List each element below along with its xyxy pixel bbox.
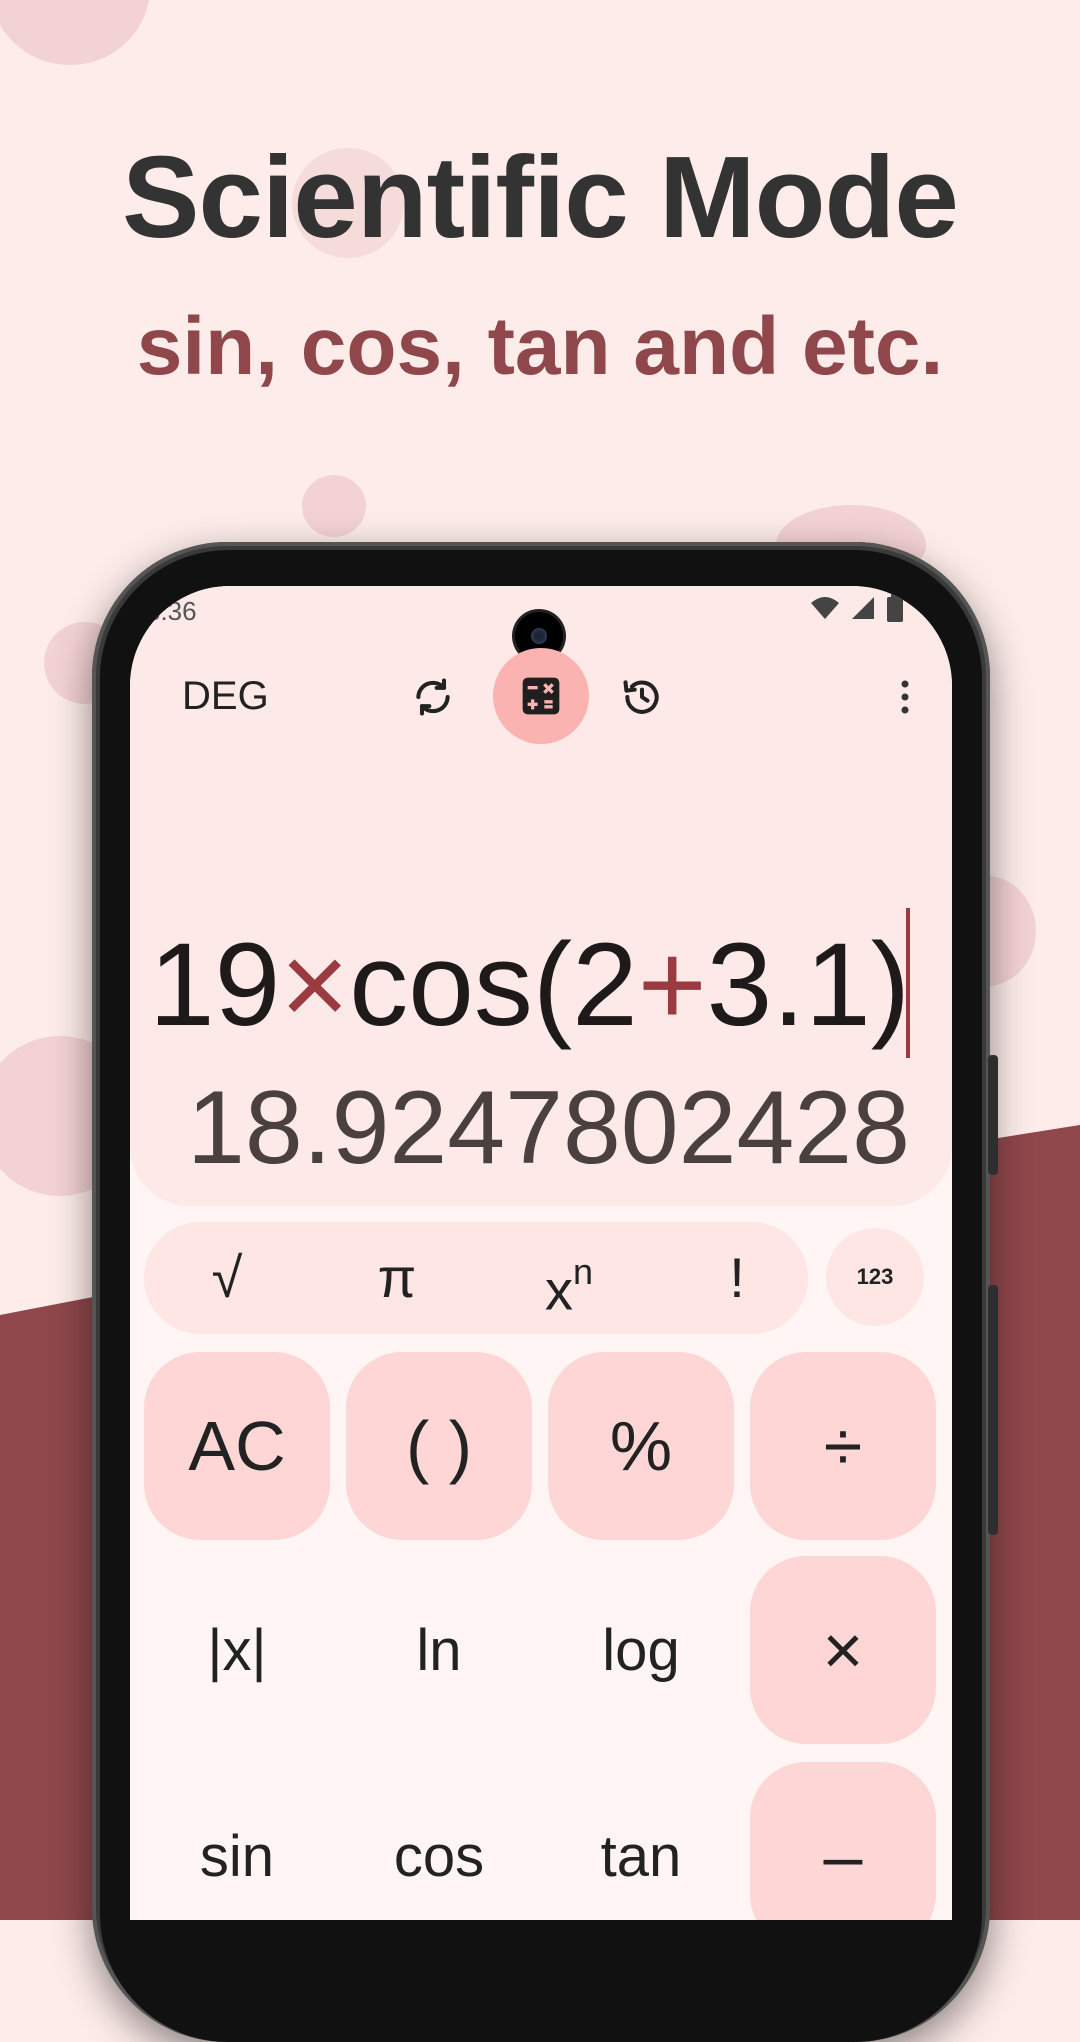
power-exponent: n xyxy=(572,1251,594,1292)
angle-mode-toggle[interactable]: DEG xyxy=(182,674,269,719)
power-button xyxy=(988,1055,998,1175)
divide-button[interactable]: ÷ xyxy=(750,1352,936,1540)
expression-part: cos(2 xyxy=(349,919,638,1051)
percent-button[interactable]: % xyxy=(548,1352,734,1540)
sin-button[interactable]: sin xyxy=(144,1762,330,1920)
expression-operator: × xyxy=(280,919,350,1051)
battery-icon xyxy=(887,594,903,622)
cellular-signal-icon xyxy=(852,597,874,619)
expression-operator: + xyxy=(637,919,707,1051)
headline: Scientific Mode xyxy=(122,132,959,262)
tan-button[interactable]: tan xyxy=(548,1762,734,1920)
minus-button[interactable]: – xyxy=(750,1762,936,1920)
more-vertical-icon[interactable] xyxy=(890,672,920,722)
power-base: x xyxy=(544,1258,573,1322)
parentheses-button[interactable]: ( ) xyxy=(346,1352,532,1540)
clear-button[interactable]: AC xyxy=(144,1352,330,1540)
display-area: 8:36 DEG 19×cos(2+3.1) 18.9247802428 xyxy=(130,586,952,1206)
numeric-mode-toggle[interactable]: 123 xyxy=(826,1228,924,1326)
convert-icon[interactable] xyxy=(408,672,458,722)
expression-display[interactable]: 19×cos(2+3.1) xyxy=(149,926,910,1044)
pi-key[interactable]: π xyxy=(322,1222,472,1334)
status-time: 8:36 xyxy=(146,596,197,626)
scientific-mode-button[interactable] xyxy=(493,648,589,744)
expression-part: 19 xyxy=(149,919,281,1051)
factorial-key[interactable]: ! xyxy=(662,1222,812,1334)
expression-part: 3.1) xyxy=(706,919,910,1051)
abs-button[interactable]: |x| xyxy=(144,1556,330,1744)
log-button[interactable]: log xyxy=(548,1556,734,1744)
ln-button[interactable]: ln xyxy=(346,1556,532,1744)
text-cursor xyxy=(906,908,910,1058)
power-key[interactable]: xn xyxy=(494,1222,644,1334)
result-display: 18.9247802428 xyxy=(187,1070,910,1186)
scientific-functions-row: √ π xn ! xyxy=(144,1222,808,1334)
status-icons xyxy=(810,594,904,622)
sqrt-key[interactable]: √ xyxy=(152,1222,302,1334)
subheadline: sin, cos, tan and etc. xyxy=(136,301,944,392)
decor-bubble xyxy=(302,475,366,537)
cos-button[interactable]: cos xyxy=(346,1762,532,1920)
scientific-calculator-icon xyxy=(522,677,560,715)
multiply-button[interactable]: × xyxy=(750,1556,936,1744)
history-icon[interactable] xyxy=(617,672,667,722)
volume-button xyxy=(988,1285,998,1535)
wifi-icon xyxy=(811,597,839,619)
calculator-screen: 8:36 DEG 19×cos(2+3.1) 18.9247802428 √ π… xyxy=(130,586,952,1920)
